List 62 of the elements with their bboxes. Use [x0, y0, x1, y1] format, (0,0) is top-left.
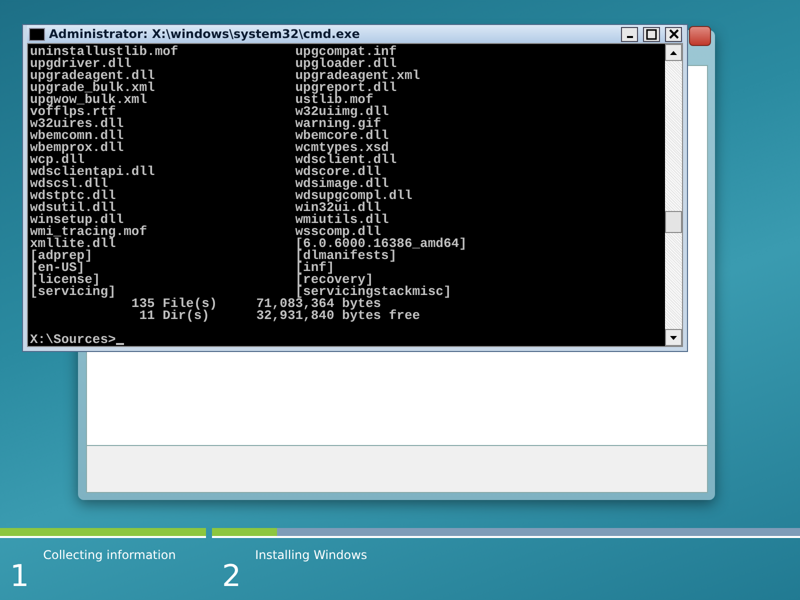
file-name: wmiutils.dll: [295, 214, 390, 226]
maximize-button[interactable]: [643, 26, 660, 42]
file-name: [servicingstackmisc]: [295, 286, 452, 298]
file-name: warning.gif: [295, 118, 382, 130]
file-name: wdscore.dll: [295, 166, 382, 178]
scrollbar[interactable]: [665, 44, 682, 346]
text-cursor: [116, 343, 124, 345]
file-name: wbemcore.dll: [295, 130, 390, 142]
step-number: 2: [222, 562, 242, 592]
file-name: upgradeagent.dll: [30, 70, 156, 82]
file-name: wdsclient.dll: [295, 154, 398, 166]
maximize-icon: [646, 28, 657, 40]
file-name: upgreport.dll: [295, 82, 397, 94]
file-name: winsetup.dll: [30, 214, 124, 226]
file-name: wcp.dll: [30, 154, 85, 166]
minimize-button[interactable]: [621, 26, 638, 42]
file-name: uninstallustlib.mof: [30, 46, 180, 58]
scroll-up-button[interactable]: [665, 44, 682, 61]
up-arrow-icon: [670, 50, 677, 54]
file-name: upgdriver.dll: [30, 58, 132, 70]
file-name: vofflps.rtf: [30, 106, 116, 118]
file-name: [license]: [30, 274, 100, 286]
file-name: upgrade_bulk.xml: [30, 82, 156, 94]
file-name: w32uiimg.dll: [295, 106, 390, 118]
file-name: wbemcomn.dll: [30, 130, 125, 142]
file-name: wdsclientapi.dll: [30, 166, 156, 178]
console-icon: [29, 28, 45, 40]
down-arrow-icon: [670, 336, 677, 340]
file-name: wdsutil.dll: [30, 202, 116, 214]
file-name: wdscsl.dll: [30, 178, 108, 190]
scroll-thumb[interactable]: [665, 211, 682, 233]
file-name: xmllite.dll: [30, 238, 116, 250]
file-name: ustlib.mof: [295, 94, 374, 106]
scroll-down-button[interactable]: [665, 329, 682, 346]
step-number: 1: [10, 562, 30, 592]
file-name: wcmtypes.xsd: [295, 142, 389, 154]
window-title: Administrator: X:\windows\system32\cmd.exe: [49, 27, 361, 41]
file-name: upgradeagent.xml: [295, 70, 422, 82]
close-button[interactable]: [665, 26, 682, 42]
step-label: Collecting information: [43, 548, 176, 562]
file-name: wsscomp.dll: [295, 226, 382, 238]
file-name: [6.0.6000.16386_amd64]: [295, 238, 468, 250]
file-name: wbemprox.dll: [30, 142, 125, 154]
file-name: [inf]: [295, 262, 334, 274]
file-name: w32uires.dll: [30, 118, 125, 130]
file-name: upgloader.dll: [295, 58, 397, 70]
file-name: [recovery]: [295, 274, 374, 286]
minimize-icon: [626, 36, 632, 38]
step-label: Installing Windows: [255, 548, 368, 562]
file-name: wmi_tracing.mof: [30, 226, 148, 238]
file-name: win32ui.dll: [295, 202, 382, 214]
command-prompt: X:\Sources>: [30, 332, 116, 347]
file-name: wdstptc.dll: [30, 190, 117, 202]
file-name: [servicing]: [30, 286, 117, 298]
file-name: [en-US]: [30, 262, 85, 274]
file-name: upgcompat.inf: [295, 46, 398, 58]
file-name: [adprep]: [30, 250, 94, 262]
file-name: wdsimage.dll: [295, 178, 389, 190]
file-name: wdsupgcompl.dll: [295, 190, 414, 202]
close-icon: [668, 29, 678, 39]
file-name: [dlmanifests]: [295, 250, 397, 262]
file-name: upgwow_bulk.xml: [30, 94, 148, 106]
